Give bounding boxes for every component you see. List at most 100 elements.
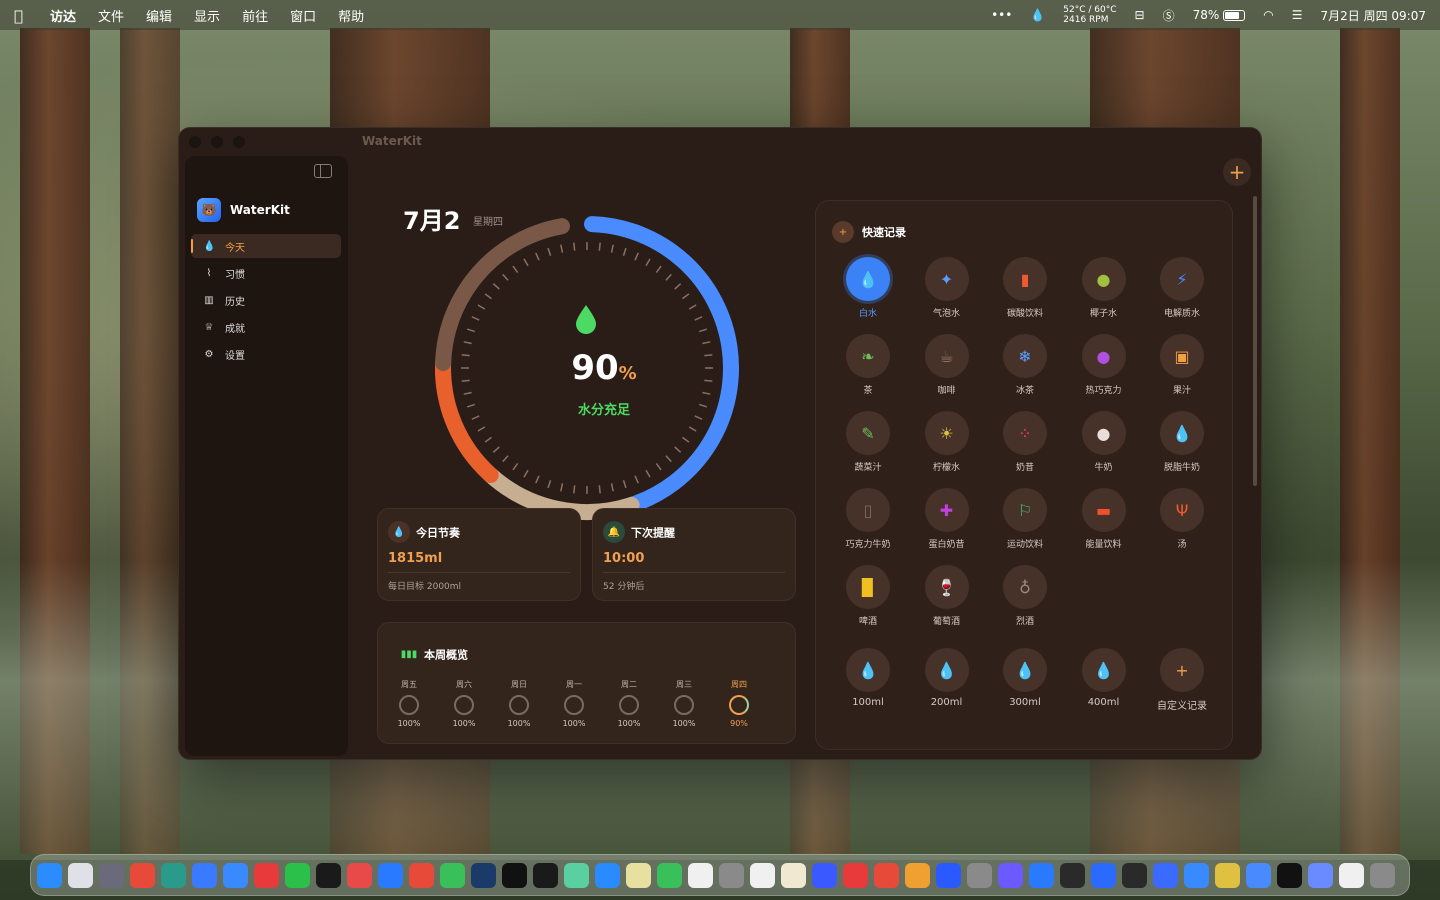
dock-app-icon[interactable] xyxy=(967,862,992,888)
dock-app-icon[interactable] xyxy=(1246,862,1271,888)
sidebar-item-today[interactable]: 💧 今天 xyxy=(191,234,341,258)
dock-app-icon[interactable] xyxy=(1091,862,1116,888)
dock-app-icon[interactable] xyxy=(688,862,713,888)
wifi-icon[interactable]: ◠ xyxy=(1263,8,1273,22)
amount-button[interactable]: + 自定义记录 xyxy=(1150,648,1214,712)
dock-app-icon[interactable] xyxy=(843,862,868,888)
dock-app-icon[interactable] xyxy=(781,862,806,888)
drink-button[interactable]: ▯ 巧克力牛奶 xyxy=(836,488,900,550)
dock-app-icon[interactable] xyxy=(37,862,62,888)
dock-app-icon[interactable] xyxy=(409,862,434,888)
menu-app[interactable]: 访达 xyxy=(50,6,76,25)
menu-view[interactable]: 显示 xyxy=(194,6,220,25)
menu-clock[interactable]: 7月2日 周四 09:07 xyxy=(1321,7,1426,24)
drink-button[interactable]: ✎ 蔬菜汁 xyxy=(836,411,900,473)
dock-app-icon[interactable] xyxy=(564,862,589,888)
drink-button[interactable]: 💧 脱脂牛奶 xyxy=(1150,411,1214,473)
amount-button[interactable]: 💧 300ml xyxy=(993,648,1057,712)
dock-app-icon[interactable] xyxy=(1215,862,1240,888)
dock-app-icon[interactable] xyxy=(812,862,837,888)
dock-app-icon[interactable] xyxy=(874,862,899,888)
drink-button[interactable]: 🍷 葡萄酒 xyxy=(915,565,979,627)
menu-go[interactable]: 前往 xyxy=(242,6,268,25)
dock-app-icon[interactable] xyxy=(1339,862,1364,888)
dock-app-icon[interactable] xyxy=(440,862,465,888)
dock-app-icon[interactable] xyxy=(254,862,279,888)
dock-app-icon[interactable] xyxy=(595,862,620,888)
drop-status-icon[interactable]: 💧 xyxy=(1030,8,1045,22)
dock-app-icon[interactable] xyxy=(347,862,372,888)
week-day[interactable]: 周三 100% xyxy=(673,679,696,728)
drink-button[interactable]: ● 热巧克力 xyxy=(1072,334,1136,396)
dock-app-icon[interactable] xyxy=(1277,862,1302,888)
title-bar[interactable]: WaterKit xyxy=(179,128,1261,156)
drink-button[interactable]: ▉ 啤酒 xyxy=(836,565,900,627)
week-day[interactable]: 周五 100% xyxy=(398,679,421,728)
dock-app-icon[interactable] xyxy=(1153,862,1178,888)
dock-app-icon[interactable] xyxy=(936,862,961,888)
menu-help[interactable]: 帮助 xyxy=(338,6,364,25)
dock-app-icon[interactable] xyxy=(1184,862,1209,888)
add-button[interactable]: + xyxy=(1223,158,1251,186)
drink-button[interactable]: ☕ 咖啡 xyxy=(915,334,979,396)
dock-app-icon[interactable] xyxy=(1029,862,1054,888)
sidebar-toggle-icon[interactable] xyxy=(314,164,332,178)
drink-button[interactable]: ▣ 果汁 xyxy=(1150,334,1214,396)
drink-button[interactable]: ✦ 气泡水 xyxy=(915,257,979,319)
sidebar-item-habits[interactable]: ⌇ 习惯 xyxy=(191,261,341,285)
drink-button[interactable]: ▮ 碳酸饮料 xyxy=(993,257,1057,319)
sidebar-item-achievements[interactable]: ♕ 成就 xyxy=(191,315,341,339)
drink-button[interactable]: ● 椰子水 xyxy=(1072,257,1136,319)
week-day[interactable]: 周六 100% xyxy=(453,679,476,728)
more-icon[interactable]: ••• xyxy=(991,8,1012,22)
drink-button[interactable]: Ψ 汤 xyxy=(1150,488,1214,550)
drink-button[interactable]: ▬ 能量饮料 xyxy=(1072,488,1136,550)
drink-button[interactable]: ❄ 冰茶 xyxy=(993,334,1057,396)
dock-app-icon[interactable] xyxy=(192,862,217,888)
dock-app-icon[interactable] xyxy=(1370,862,1395,888)
drink-button[interactable]: ✚ 蛋白奶昔 xyxy=(915,488,979,550)
drink-button[interactable]: ☀ 柠檬水 xyxy=(915,411,979,473)
dock-app-icon[interactable] xyxy=(285,862,310,888)
minimize-button[interactable] xyxy=(211,136,223,148)
dock-app-icon[interactable] xyxy=(1308,862,1333,888)
week-day[interactable]: 周一 100% xyxy=(563,679,586,728)
dock-app-icon[interactable] xyxy=(905,862,930,888)
dock-app-icon[interactable] xyxy=(68,862,93,888)
drink-button[interactable]: ❧ 茶 xyxy=(836,334,900,396)
drink-button[interactable]: ⚡ 电解质水 xyxy=(1150,257,1214,319)
dock-app-icon[interactable] xyxy=(471,862,496,888)
drink-button[interactable]: ⚐ 运动饮料 xyxy=(993,488,1057,550)
amount-button[interactable]: 💧 400ml xyxy=(1072,648,1136,712)
control-center-icon[interactable]: ☰ xyxy=(1292,8,1303,22)
drink-button[interactable]: ● 牛奶 xyxy=(1072,411,1136,473)
zoom-button[interactable] xyxy=(233,136,245,148)
dock-app-icon[interactable] xyxy=(998,862,1023,888)
scrollbar[interactable] xyxy=(1253,196,1257,486)
s-app-icon[interactable]: Ⓢ xyxy=(1163,7,1175,24)
battery-status[interactable]: 78% xyxy=(1193,8,1246,22)
amount-button[interactable]: 💧 200ml xyxy=(915,648,979,712)
week-day[interactable]: 周二 100% xyxy=(618,679,641,728)
menu-edit[interactable]: 编辑 xyxy=(146,6,172,25)
dock-app-icon[interactable] xyxy=(130,862,155,888)
dock-app-icon[interactable] xyxy=(719,862,744,888)
drink-button[interactable]: 💧 白水 xyxy=(836,257,900,319)
drink-button[interactable]: ⁘ 奶昔 xyxy=(993,411,1057,473)
dock-app-icon[interactable] xyxy=(161,862,186,888)
dock-app-icon[interactable] xyxy=(657,862,682,888)
dock-app-icon[interactable] xyxy=(750,862,775,888)
dock-app-icon[interactable] xyxy=(99,862,124,888)
dock-app-icon[interactable] xyxy=(378,862,403,888)
menu-file[interactable]: 文件 xyxy=(98,6,124,25)
close-button[interactable] xyxy=(189,136,201,148)
sidebar-item-settings[interactable]: ⚙ 设置 xyxy=(191,342,341,366)
dock-app-icon[interactable] xyxy=(1060,862,1085,888)
toggle-icon[interactable]: ⊟ xyxy=(1135,8,1145,22)
amount-button[interactable]: 💧 100ml xyxy=(836,648,900,712)
week-day[interactable]: 周四 90% xyxy=(728,679,750,728)
dock-app-icon[interactable] xyxy=(533,862,558,888)
week-day[interactable]: 周日 100% xyxy=(508,679,531,728)
dock-app-icon[interactable] xyxy=(223,862,248,888)
drink-button[interactable]: ♁ 烈酒 xyxy=(993,565,1057,627)
